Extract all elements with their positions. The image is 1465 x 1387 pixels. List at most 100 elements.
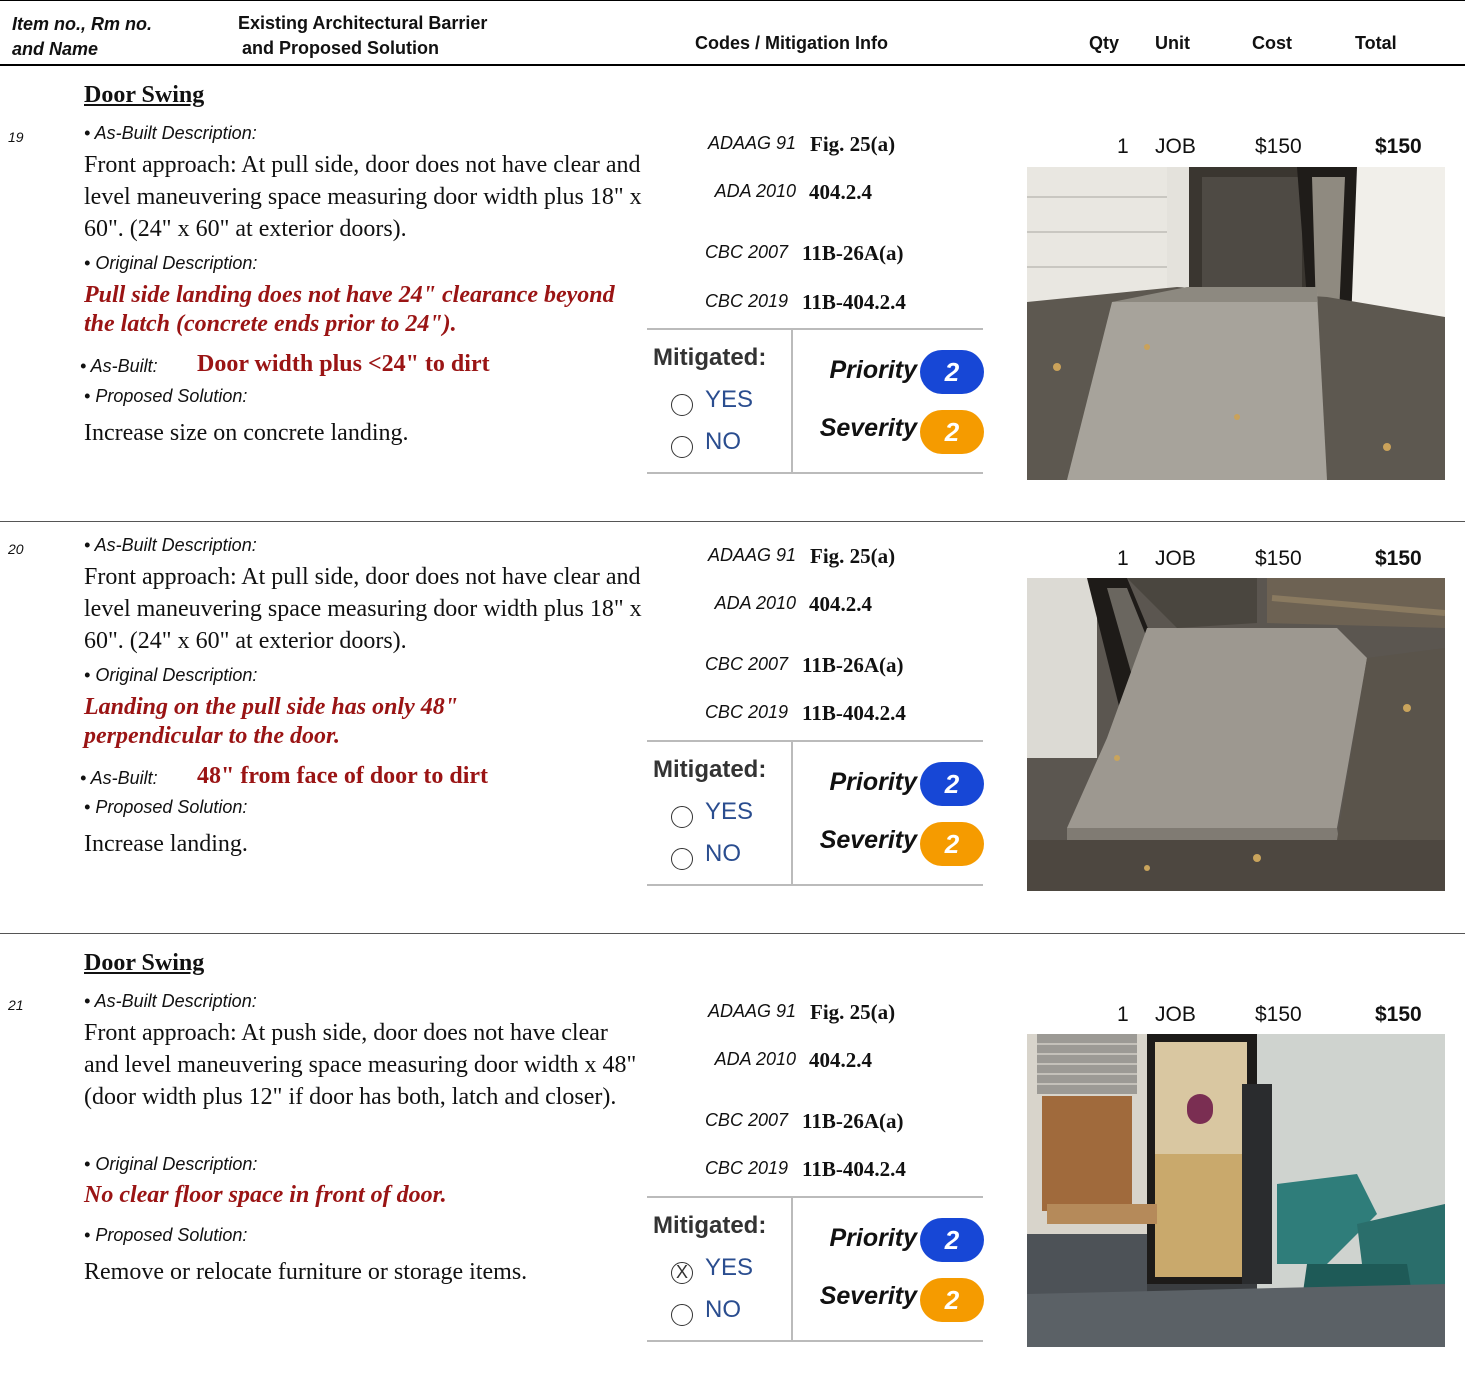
severity-badge: 2 xyxy=(920,1278,984,1322)
qty-value: 1 xyxy=(1117,135,1129,158)
bullet: • xyxy=(80,356,87,376)
severity-badge: 2 xyxy=(920,410,984,454)
bullet: • xyxy=(84,1225,91,1245)
code-section: 404.2.4 xyxy=(809,180,872,204)
mitigated-yes-radio[interactable]: X xyxy=(671,1262,693,1284)
proposed-solution-label-text: Proposed Solution: xyxy=(95,386,248,406)
row-separator xyxy=(0,521,1465,522)
original-description-label-text: Original Description: xyxy=(95,1154,258,1174)
mitigated-label: Mitigated: xyxy=(653,344,767,371)
as-built-value: Door width plus <24" to dirt xyxy=(197,351,490,377)
bullet: • xyxy=(84,1154,91,1174)
code-standard: CBC 2019 xyxy=(704,702,788,722)
as-built-description: Front approach: At pull side, door does … xyxy=(84,152,642,242)
item-number: 20 xyxy=(8,541,24,557)
proposed-solution: Increase landing. xyxy=(84,831,248,857)
priority-label: Priority xyxy=(829,1224,917,1252)
original-description-label-text: Original Description: xyxy=(95,253,258,273)
code-standard: ADAAG 91 xyxy=(707,545,796,565)
cost-value: $150 xyxy=(1255,135,1302,158)
proposed-solution: Remove or relocate furniture or storage … xyxy=(84,1259,528,1285)
header-item-col-line1: Item no., Rm no. xyxy=(12,14,153,34)
code-standard: CBC 2007 xyxy=(704,654,788,674)
row-separator xyxy=(0,933,1465,934)
cost-value: $150 xyxy=(1255,547,1302,570)
code-section: 404.2.4 xyxy=(809,1048,872,1072)
header-cost-col: Cost xyxy=(1252,33,1292,53)
mitigated-no-radio[interactable] xyxy=(671,848,693,870)
divider xyxy=(791,742,793,884)
bullet: • xyxy=(84,535,91,555)
mitigation-box: Mitigated: YES NO Priority 2 Severity 2 xyxy=(647,328,984,474)
header-unit-col: Unit xyxy=(1155,33,1190,53)
original-description-label: • Original Description: xyxy=(84,665,257,686)
mitigated-no-radio[interactable] xyxy=(671,1304,693,1326)
code-standard: CBC 2019 xyxy=(704,1158,788,1178)
mitigated-yes-radio[interactable] xyxy=(671,806,693,828)
header-barrier-col-line2: and Proposed Solution xyxy=(242,38,439,58)
header-qty-col: Qty xyxy=(1089,33,1120,53)
as-built-description-label-text: As-Built Description: xyxy=(94,123,257,143)
item-number: 21 xyxy=(8,997,24,1013)
code-section: Fig. 25(a) xyxy=(810,132,896,156)
code-section: 11B-404.2.4 xyxy=(802,290,906,314)
mitigated-no-label: NO xyxy=(705,1296,741,1323)
as-built-value: 48" from face of door to dirt xyxy=(197,763,489,789)
bullet: • xyxy=(80,768,87,788)
code-standard: CBC 2007 xyxy=(704,1110,788,1130)
as-built-description-label-text: As-Built Description: xyxy=(94,535,257,555)
code-section: Fig. 25(a) xyxy=(810,544,896,568)
original-description: No clear floor space in front of door. xyxy=(84,1182,447,1208)
code-standard: ADA 2010 xyxy=(714,1049,796,1069)
as-built-label: • As-Built: xyxy=(80,768,158,789)
original-description: Pull side landing does not have 24" clea… xyxy=(84,282,615,337)
priority-badge: 2 xyxy=(920,762,984,806)
as-built-description-label: • As-Built Description: xyxy=(84,123,257,144)
as-built-label: • As-Built: xyxy=(80,356,158,377)
photo-interior-room-chairs-door xyxy=(1027,1034,1445,1347)
qty-value: 1 xyxy=(1117,547,1129,570)
as-built-label-text: As-Built: xyxy=(90,356,158,376)
severity-label: Severity xyxy=(819,414,917,442)
code-section: 11B-26A(a) xyxy=(802,241,904,265)
code-standard: CBC 2007 xyxy=(704,242,788,262)
code-standard: ADAAG 91 xyxy=(707,133,796,153)
mitigation-box: Mitigated: X YES NO Priority 2 Severity … xyxy=(647,1196,984,1342)
qty-value: 1 xyxy=(1117,1003,1129,1026)
cost-value: $150 xyxy=(1255,1003,1302,1026)
proposed-solution-label: • Proposed Solution: xyxy=(84,797,247,818)
proposed-solution-label: • Proposed Solution: xyxy=(84,386,247,407)
original-description-label-text: Original Description: xyxy=(95,665,258,685)
mitigated-yes-radio[interactable] xyxy=(671,394,693,416)
as-built-label-text: As-Built: xyxy=(90,768,158,788)
mitigated-no-label: NO xyxy=(705,840,741,867)
mitigated-label: Mitigated: xyxy=(653,1212,767,1239)
mitigated-no-radio[interactable] xyxy=(671,436,693,458)
as-built-description-label: • As-Built Description: xyxy=(84,991,257,1012)
code-standard: ADAAG 91 xyxy=(707,1001,796,1021)
unit-value: JOB xyxy=(1155,135,1196,158)
item-number: 19 xyxy=(8,129,24,145)
mitigated-yes-label: YES xyxy=(705,1254,754,1281)
section-title: Door Swing xyxy=(84,82,205,108)
total-value: $150 xyxy=(1375,135,1422,158)
photo-concrete-landing-dirt-edge xyxy=(1027,578,1445,891)
as-built-description-label: • As-Built Description: xyxy=(84,535,257,556)
priority-badge: 2 xyxy=(920,350,984,394)
priority-badge: 2 xyxy=(920,1218,984,1262)
unit-value: JOB xyxy=(1155,547,1196,570)
as-built-description: Front approach: At pull side, door does … xyxy=(84,564,642,654)
header-total-col: Total xyxy=(1355,33,1397,53)
severity-label: Severity xyxy=(819,826,917,854)
total-value: $150 xyxy=(1375,547,1422,570)
original-description: Landing on the pull side has only 48" pe… xyxy=(84,694,459,749)
code-standard: ADA 2010 xyxy=(714,181,796,201)
code-standard: CBC 2019 xyxy=(704,291,788,311)
total-value: $150 xyxy=(1375,1003,1422,1026)
header-barrier-col-line1: Existing Architectural Barrier xyxy=(238,13,488,33)
proposed-solution-label-text: Proposed Solution: xyxy=(95,1225,248,1245)
bullet: • xyxy=(84,123,91,143)
as-built-description: Front approach: At push side, door does … xyxy=(84,1020,637,1110)
mitigated-no-label: NO xyxy=(705,428,741,455)
proposed-solution: Increase size on concrete landing. xyxy=(84,420,409,446)
